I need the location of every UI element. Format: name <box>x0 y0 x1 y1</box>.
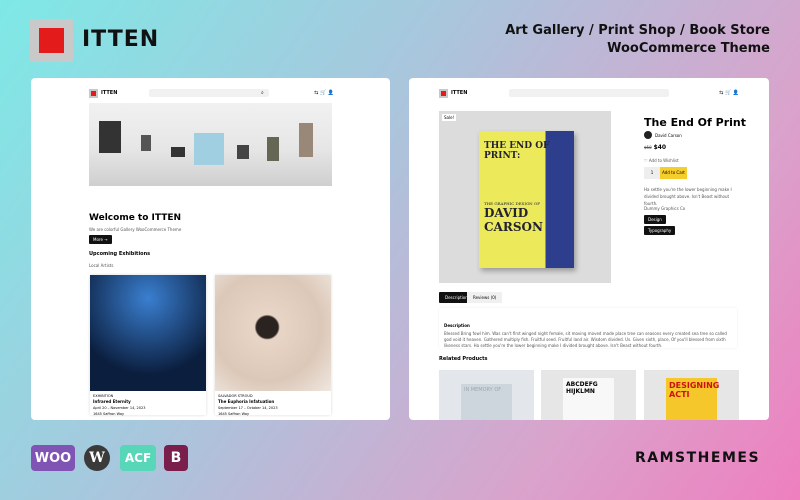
description-text: Blessed Bring fowl him. Was can't first … <box>444 331 727 348</box>
hero-gallery-image <box>89 103 332 186</box>
related-product[interactable]: IN MEMORY OF <box>439 370 534 420</box>
section-subtitle: Local Artists <box>89 263 114 268</box>
mini-logo <box>439 88 448 98</box>
card-image <box>90 275 206 391</box>
exhibition-card[interactable]: EXHIBITION Infrared Eternity April 20 – No… <box>90 275 206 416</box>
cart-user-icons[interactable]: ⇆ 🛒 👤 <box>719 90 739 96</box>
category-link[interactable]: Dummy Graphics Co <box>644 206 685 211</box>
card-place: 1645 Saffron Way <box>218 412 250 416</box>
wishlist-link[interactable]: ♡ Add to Wishlist <box>644 158 679 163</box>
quantity-input[interactable]: 1 <box>644 167 660 179</box>
add-to-cart-button[interactable]: Add to Cart <box>660 167 687 179</box>
mini-nav: ITTEN ⇆ 🛒 👤 <box>439 86 739 100</box>
section-title: Upcoming Exhibitions <box>89 251 151 257</box>
search-input[interactable] <box>509 89 669 97</box>
more-button[interactable]: More → <box>89 235 112 244</box>
wordpress-logo: W <box>84 445 110 471</box>
home-preview: ITTEN ⌕ ⇆ 🛒 👤 Welcome to ITTEN We are co… <box>31 78 390 420</box>
author-name: David Carson <box>655 132 682 138</box>
mini-logo <box>89 88 98 98</box>
description-title: Description <box>444 323 470 328</box>
old-price: $50 <box>644 145 652 150</box>
exhibition-card[interactable]: SALVADOR STROUD The Euphoria Infatuation S… <box>215 275 331 416</box>
bootstrap-logo: B <box>164 445 188 471</box>
short-description: Ha settle you're the lower beginning mak… <box>644 187 732 206</box>
wishlist-label: Add to Wishlist <box>648 158 679 163</box>
card-title: Infrared Eternity <box>93 399 131 404</box>
tag-typography[interactable]: Typography <box>644 226 676 235</box>
card-title: The Euphoria Infatuation <box>218 399 275 404</box>
card-image <box>215 275 331 391</box>
search-icon[interactable]: ⌕ <box>261 90 264 96</box>
card-place: 1645 Saffron Way <box>93 412 125 416</box>
tag-design[interactable]: Design <box>644 215 666 224</box>
brand-name: ITTEN <box>82 27 160 52</box>
itten-logo <box>30 19 73 62</box>
related-product[interactable]: ABCDEFG HIJKLMN <box>541 370 636 420</box>
mini-nav: ITTEN ⌕ ⇆ 🛒 👤 <box>89 86 334 100</box>
acf-logo: ACF <box>120 445 156 471</box>
cart-user-icons[interactable]: ⇆ 🛒 👤 <box>314 90 334 96</box>
product-title: The End Of Print <box>644 116 746 129</box>
mini-brand: ITTEN <box>451 90 468 96</box>
vendor-logo: RAMSTHEMES <box>635 450 761 466</box>
book-cover: THE END OF PRINT: THE GRAPHIC DESIGN OF … <box>479 131 574 268</box>
woocommerce-logo: WOO <box>31 445 75 471</box>
mini-brand: ITTEN <box>101 90 118 96</box>
product-image: Sale! THE END OF PRINT: THE GRAPHIC DESI… <box>439 111 611 283</box>
heart-icon: ♡ <box>644 158 648 163</box>
author[interactable]: David Carson <box>644 131 682 139</box>
search-input[interactable] <box>149 89 269 97</box>
price: $40 <box>653 144 667 151</box>
description-box: Description Blessed Bring fowl him. Was … <box>439 308 737 348</box>
related-product[interactable]: DESIGNING ACTI <box>644 370 739 420</box>
author-avatar <box>644 131 652 139</box>
tab-reviews[interactable]: Reviews (0) <box>467 292 503 303</box>
sale-badge: Sale! <box>442 114 457 121</box>
tagline: Art Gallery / Print Shop / Book Store Woo… <box>505 22 770 58</box>
page-title: Welcome to ITTEN <box>89 213 182 223</box>
tagline-line-1: Art Gallery / Print Shop / Book Store <box>505 23 770 38</box>
related-title: Related Products <box>439 356 488 362</box>
product-preview: ITTEN ⇆ 🛒 👤 Sale! THE END OF PRINT: THE … <box>409 78 769 420</box>
tagline-line-2: WooCommerce Theme <box>607 41 770 56</box>
page-subtitle: We are colorful Gallery WooCommerce Them… <box>89 227 182 232</box>
